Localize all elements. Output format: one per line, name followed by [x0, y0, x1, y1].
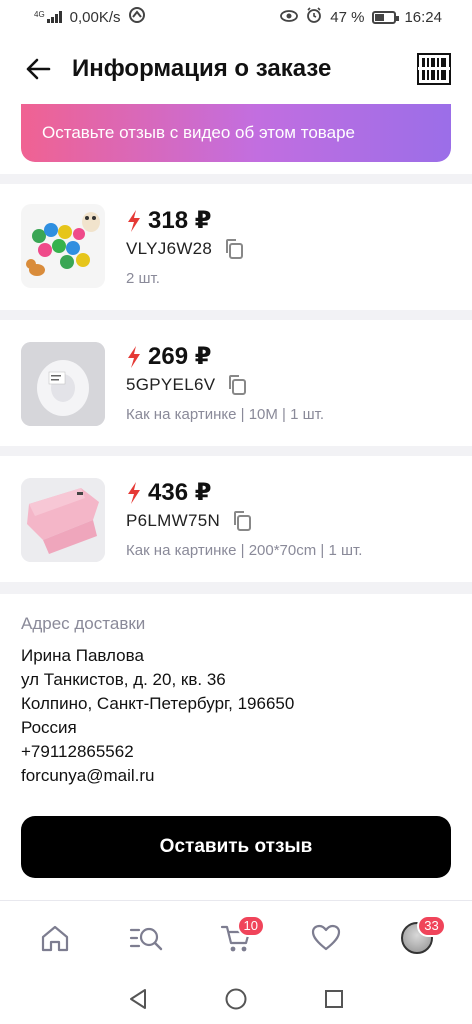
address-city: Колпино, Санкт-Петербург, 196650	[21, 694, 295, 713]
product-sku: VLYJ6W28	[126, 239, 213, 258]
system-recents-icon[interactable]	[323, 988, 345, 1010]
product-price: 318 ₽	[148, 207, 212, 234]
address-label: Адрес доставки	[21, 614, 146, 633]
address-country: Россия	[21, 718, 77, 737]
catalog-search-icon	[129, 927, 162, 950]
status-right: 47 % 16:24	[280, 7, 442, 27]
home-icon	[42, 925, 69, 951]
copy-icon[interactable]	[224, 238, 244, 260]
banner-area: Оставьте отзыв с видео об этом товаре	[0, 104, 472, 174]
product-sku: P6LMW75N	[126, 511, 221, 530]
nav-catalog[interactable]	[121, 913, 171, 963]
sku-row: P6LMW75N	[126, 510, 252, 532]
arrow-left-icon	[26, 58, 51, 80]
system-back-icon[interactable]	[127, 988, 149, 1010]
recipient-phone: +79112865562	[21, 742, 134, 761]
clock: 16:24	[404, 8, 442, 26]
flash-icon	[128, 481, 140, 504]
nav-profile[interactable]: 33	[392, 913, 446, 963]
app-header: Информация о заказе	[0, 34, 472, 104]
barcode-icon	[417, 53, 451, 85]
system-navigation	[0, 974, 472, 1024]
price-row: 269 ₽	[126, 342, 211, 371]
flash-icon	[128, 209, 140, 232]
barcode-button[interactable]	[416, 51, 452, 87]
status-left: 4G 0,00K/s	[34, 7, 145, 27]
product-price: 269 ₽	[148, 343, 212, 370]
sku-row: 5GPYEL6V	[126, 374, 247, 396]
product-meta: Как на картинке | 200*70cm | 1 шт.	[126, 542, 363, 559]
system-home-icon[interactable]	[224, 987, 248, 1011]
eye-icon	[280, 9, 299, 26]
network-speed: 0,00K/s	[69, 8, 121, 26]
page-title: Информация о заказе	[72, 55, 332, 82]
heart-icon	[312, 924, 341, 950]
nav-home[interactable]	[30, 913, 80, 963]
status-bar: 4G 0,00K/s 47 % 16:24	[0, 0, 472, 34]
product-image-tape[interactable]	[21, 342, 105, 426]
product-sku: 5GPYEL6V	[126, 375, 216, 394]
product-image-cat-toy[interactable]	[21, 204, 105, 288]
recipient-email: forcunya@mail.ru	[21, 766, 155, 785]
product-image-scarf[interactable]	[21, 478, 105, 562]
bottom-navigation: 10 33	[0, 900, 472, 974]
action-area: Оставить отзыв	[0, 810, 472, 900]
nav-cart[interactable]: 10	[211, 913, 265, 963]
profile-badge: 33	[417, 914, 446, 937]
network-label: 4G	[34, 10, 45, 19]
product-price: 436 ₽	[148, 479, 212, 506]
copy-icon[interactable]	[227, 374, 247, 396]
app-notification-icon	[128, 7, 145, 27]
signal-icon: 4G	[34, 11, 62, 23]
order-item[interactable]: 269 ₽ 5GPYEL6V Как на картинке | 10M | 1…	[0, 320, 472, 446]
battery-icon	[372, 10, 400, 24]
price-row: 318 ₽	[126, 206, 211, 235]
sku-row: VLYJ6W28	[126, 238, 244, 260]
recipient-name: Ирина Павлова	[21, 646, 144, 665]
order-item[interactable]: 318 ₽ VLYJ6W28 2 шт.	[0, 184, 472, 310]
delivery-address: Адрес доставки Ирина Павлова ул Танкисто…	[0, 594, 472, 810]
video-review-banner[interactable]: Оставьте отзыв с видео об этом товаре	[21, 104, 451, 162]
cart-badge: 10	[236, 914, 265, 937]
alarm-icon	[306, 7, 322, 27]
nav-favorites[interactable]	[301, 913, 351, 963]
video-review-text: Оставьте отзыв с видео об этом товаре	[42, 123, 355, 142]
back-button[interactable]	[20, 51, 56, 87]
order-item[interactable]: 436 ₽ P6LMW75N Как на картинке | 200*70c…	[0, 456, 472, 582]
copy-icon[interactable]	[232, 510, 252, 532]
leave-review-button[interactable]: Оставить отзыв	[21, 816, 451, 878]
price-row: 436 ₽	[126, 478, 211, 507]
product-meta: 2 шт.	[126, 270, 160, 287]
address-street: ул Танкистов, д. 20, кв. 36	[21, 670, 226, 689]
product-meta: Как на картинке | 10M | 1 шт.	[126, 406, 325, 423]
flash-icon	[128, 345, 140, 368]
battery-percent: 47 %	[330, 8, 365, 26]
